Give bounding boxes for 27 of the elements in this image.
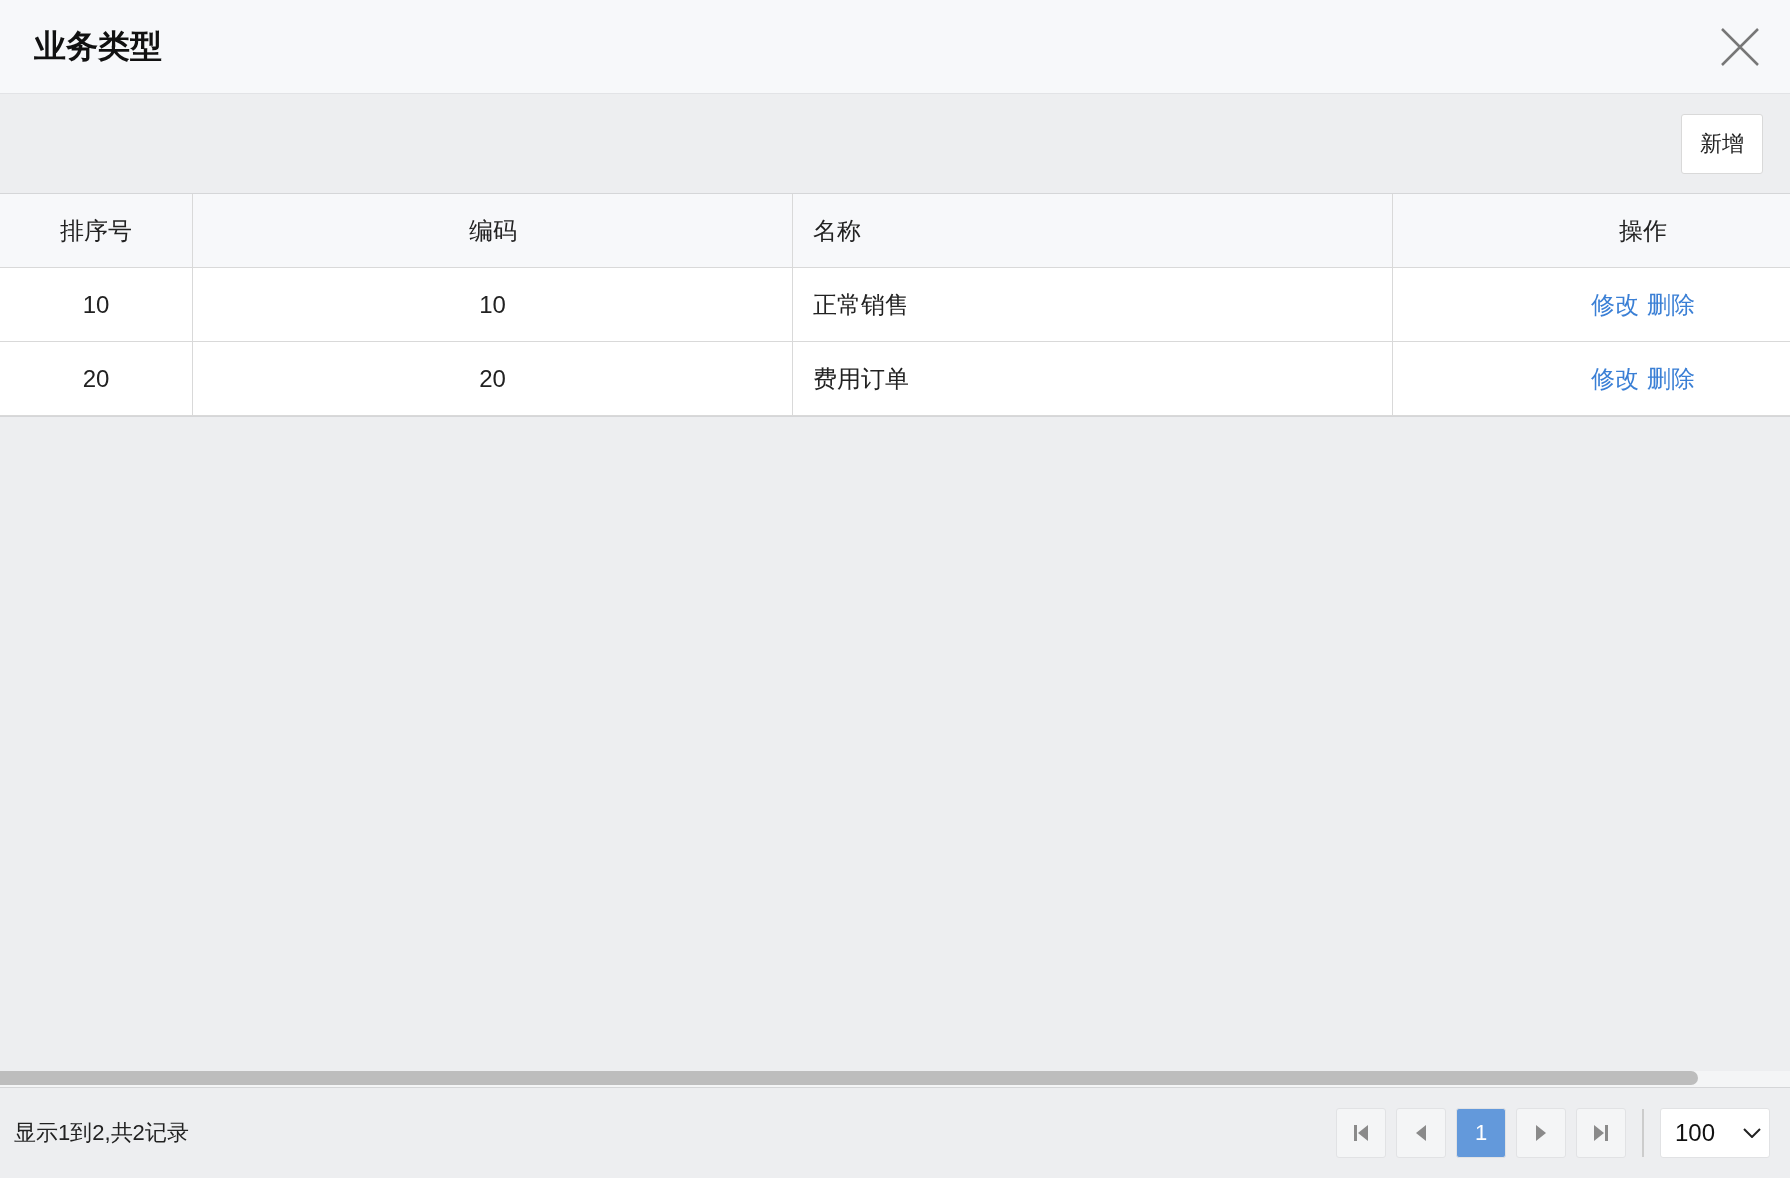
edit-link[interactable]: 修改 xyxy=(1591,362,1639,395)
column-header: 排序号 xyxy=(0,194,193,268)
page-size-select[interactable]: 100 xyxy=(1660,1108,1770,1158)
last-page-button[interactable] xyxy=(1576,1108,1626,1158)
page-button[interactable]: 1 xyxy=(1456,1108,1506,1158)
table-cell: 20 xyxy=(193,342,793,416)
record-summary: 显示1到2,共2记录 xyxy=(14,1119,190,1147)
delete-link[interactable]: 删除 xyxy=(1647,362,1695,395)
table-cell: 10 xyxy=(0,268,193,342)
column-header: 名称 xyxy=(793,194,1393,268)
add-button[interactable]: 新增 xyxy=(1681,113,1763,174)
table-cell: 20 xyxy=(0,342,193,416)
previous-page-button[interactable] xyxy=(1396,1108,1446,1158)
horizontal-scrollbar[interactable] xyxy=(0,1071,1790,1087)
last-page-icon xyxy=(1592,1123,1610,1143)
dialog-title: 业务类型 xyxy=(34,26,162,66)
chevron-down-icon xyxy=(1743,1128,1761,1138)
column-header: 编码 xyxy=(193,194,793,268)
column-header: 操作 xyxy=(1393,194,1790,268)
table-cell: 费用订单 xyxy=(793,342,1393,416)
next-page-button[interactable] xyxy=(1516,1108,1566,1158)
table-cell: 正常销售 xyxy=(793,268,1393,342)
table-cell: 10 xyxy=(193,268,793,342)
first-page-button[interactable] xyxy=(1336,1108,1386,1158)
delete-link[interactable]: 删除 xyxy=(1647,288,1695,321)
first-page-icon xyxy=(1352,1123,1370,1143)
edit-link[interactable]: 修改 xyxy=(1591,288,1639,321)
